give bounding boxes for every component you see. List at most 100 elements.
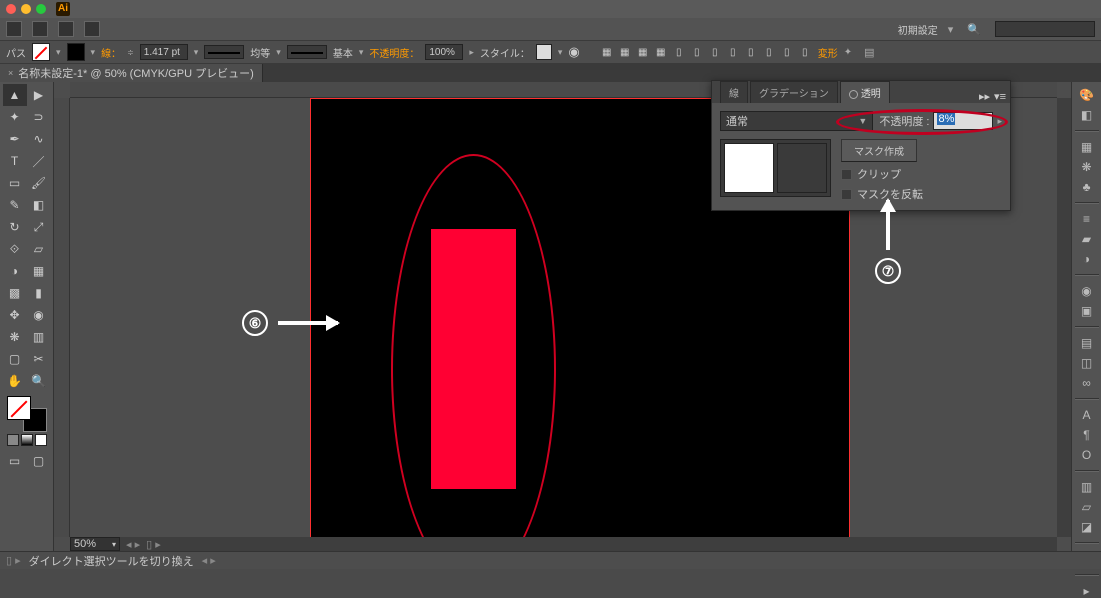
- stroke-profile[interactable]: [204, 45, 244, 59]
- shape-builder-tool[interactable]: ◑: [3, 260, 27, 282]
- stroke-swatch[interactable]: [67, 43, 85, 61]
- style-swatch[interactable]: [536, 44, 552, 60]
- shaper-tool[interactable]: ✎: [3, 194, 27, 216]
- blend-mode-dropdown[interactable]: 通常 ▼: [720, 111, 873, 131]
- pen-tool[interactable]: ✒: [3, 128, 27, 150]
- stroke-panel-icon[interactable]: ≡: [1078, 212, 1096, 226]
- lasso-tool[interactable]: ⊃: [27, 106, 51, 128]
- mesh-tool[interactable]: ▩: [3, 282, 27, 304]
- direct-selection-tool[interactable]: ▶: [27, 84, 51, 106]
- opentype-panel-icon[interactable]: O: [1078, 448, 1096, 462]
- transform-panel-icon[interactable]: ▱: [1078, 500, 1096, 514]
- zoom-tool[interactable]: 🔍: [27, 370, 51, 392]
- appearance-panel-icon[interactable]: ◉: [1078, 284, 1096, 298]
- eraser-tool[interactable]: ◧: [27, 194, 51, 216]
- align-6[interactable]: ▯: [690, 45, 704, 59]
- align-11[interactable]: ▯: [780, 45, 794, 59]
- mask-thumbnail[interactable]: [777, 143, 827, 193]
- slice-tool[interactable]: ✂: [27, 348, 51, 370]
- stroke-label[interactable]: 線：: [101, 45, 121, 60]
- maximize-window[interactable]: [36, 4, 46, 14]
- opacity-input[interactable]: [425, 44, 463, 60]
- layers-panel-icon[interactable]: ▤: [1078, 336, 1096, 350]
- search-input[interactable]: [995, 21, 1095, 37]
- menu-icon-4[interactable]: [84, 21, 100, 37]
- align-2[interactable]: ▦: [618, 45, 632, 59]
- workspace-switcher[interactable]: 初期設定: [898, 22, 938, 37]
- color-guide-icon[interactable]: ◧: [1078, 108, 1096, 122]
- ruler-vertical[interactable]: [54, 98, 70, 537]
- line-tool[interactable]: ／: [27, 150, 51, 172]
- brush-def[interactable]: [287, 45, 327, 59]
- align-panel-icon[interactable]: ▥: [1078, 480, 1096, 494]
- symbols-panel-icon[interactable]: ♣: [1078, 180, 1096, 194]
- curvature-tool[interactable]: ∿: [27, 128, 51, 150]
- swatches-panel-icon[interactable]: ▦: [1078, 140, 1096, 154]
- free-transform-tool[interactable]: ▱: [27, 238, 51, 260]
- tab-gradient[interactable]: グラデーション: [750, 81, 838, 103]
- panel-collapse-icon[interactable]: ▸▸: [979, 90, 990, 103]
- asset-panel-icon[interactable]: ◫: [1078, 356, 1096, 370]
- eyedropper-tool[interactable]: ✥: [3, 304, 27, 326]
- color-mode-none[interactable]: [35, 434, 47, 446]
- transparency-panel-icon[interactable]: ◑: [1078, 252, 1096, 266]
- scrollbar-vertical[interactable]: [1057, 98, 1071, 537]
- transform-link[interactable]: 変形: [818, 45, 838, 60]
- panel-opacity-input[interactable]: 8%: [933, 112, 993, 130]
- pathfinder-panel-icon[interactable]: ◪: [1078, 520, 1096, 534]
- align-8[interactable]: ▯: [726, 45, 740, 59]
- clip-checkbox[interactable]: クリップ: [841, 166, 923, 182]
- artboard-tool[interactable]: ▢: [3, 348, 27, 370]
- minimize-window[interactable]: [21, 4, 31, 14]
- invert-mask-checkbox[interactable]: マスクを反転: [841, 186, 923, 202]
- align-4[interactable]: ▦: [654, 45, 668, 59]
- align-7[interactable]: ▯: [708, 45, 722, 59]
- object-thumbnail[interactable]: [724, 143, 774, 193]
- rectangle-tool[interactable]: ▭: [3, 172, 27, 194]
- gradient-panel-icon[interactable]: ▰: [1078, 232, 1096, 246]
- graph-tool[interactable]: ▥: [27, 326, 51, 348]
- controlbar-menu-icon[interactable]: ▤: [864, 46, 874, 59]
- cc-lib-icon[interactable]: ∞: [1078, 376, 1096, 390]
- align-9[interactable]: ▯: [744, 45, 758, 59]
- align-3[interactable]: ▦: [636, 45, 650, 59]
- zoom-input[interactable]: 50%▾: [70, 537, 120, 551]
- recolor-icon[interactable]: ◉: [568, 44, 579, 60]
- para-panel-icon[interactable]: ¶: [1078, 428, 1096, 442]
- opacity-arrow-icon[interactable]: ▸: [997, 116, 1002, 127]
- selection-tool[interactable]: ▲: [3, 84, 27, 106]
- rotate-tool[interactable]: ↻: [3, 216, 27, 238]
- align-12[interactable]: ▯: [798, 45, 812, 59]
- menu-icon-1[interactable]: [6, 21, 22, 37]
- actions-panel-icon[interactable]: ▸: [1078, 584, 1096, 598]
- perspective-tool[interactable]: ▦: [27, 260, 51, 282]
- color-panel-icon[interactable]: 🎨: [1078, 88, 1096, 102]
- document-tab[interactable]: × 名称未設定-1* @ 50% (CMYK/GPU プレビュー): [0, 64, 263, 82]
- char-panel-icon[interactable]: A: [1078, 408, 1096, 422]
- fill-swatch[interactable]: [32, 43, 50, 61]
- brushes-panel-icon[interactable]: ❋: [1078, 160, 1096, 174]
- opacity-label[interactable]: 不透明度：: [369, 45, 419, 60]
- close-window[interactable]: [6, 4, 16, 14]
- align-5[interactable]: ▯: [672, 45, 686, 59]
- color-mode-solid[interactable]: [7, 434, 19, 446]
- menu-icon-2[interactable]: [32, 21, 48, 37]
- menu-icon-3[interactable]: [58, 21, 74, 37]
- type-tool[interactable]: T: [3, 150, 27, 172]
- align-10[interactable]: ▯: [762, 45, 776, 59]
- stroke-weight-input[interactable]: [140, 44, 188, 60]
- align-1[interactable]: ▦: [600, 45, 614, 59]
- fill-color[interactable]: [7, 396, 31, 420]
- fill-stroke-box[interactable]: [7, 396, 47, 432]
- symbol-sprayer-tool[interactable]: ❋: [3, 326, 27, 348]
- screen-mode-change[interactable]: ▢: [27, 450, 51, 472]
- tab-transparency[interactable]: 透明: [840, 81, 890, 103]
- gradient-tool[interactable]: ▮: [27, 282, 51, 304]
- scale-tool[interactable]: ⤢: [27, 216, 51, 238]
- tab-stroke[interactable]: 線: [720, 81, 748, 103]
- magic-wand-tool[interactable]: ✦: [3, 106, 27, 128]
- close-tab-icon[interactable]: ×: [8, 68, 13, 78]
- blend-tool[interactable]: ◉: [27, 304, 51, 326]
- color-mode-gradient[interactable]: [21, 434, 33, 446]
- graphic-styles-icon[interactable]: ▣: [1078, 304, 1096, 318]
